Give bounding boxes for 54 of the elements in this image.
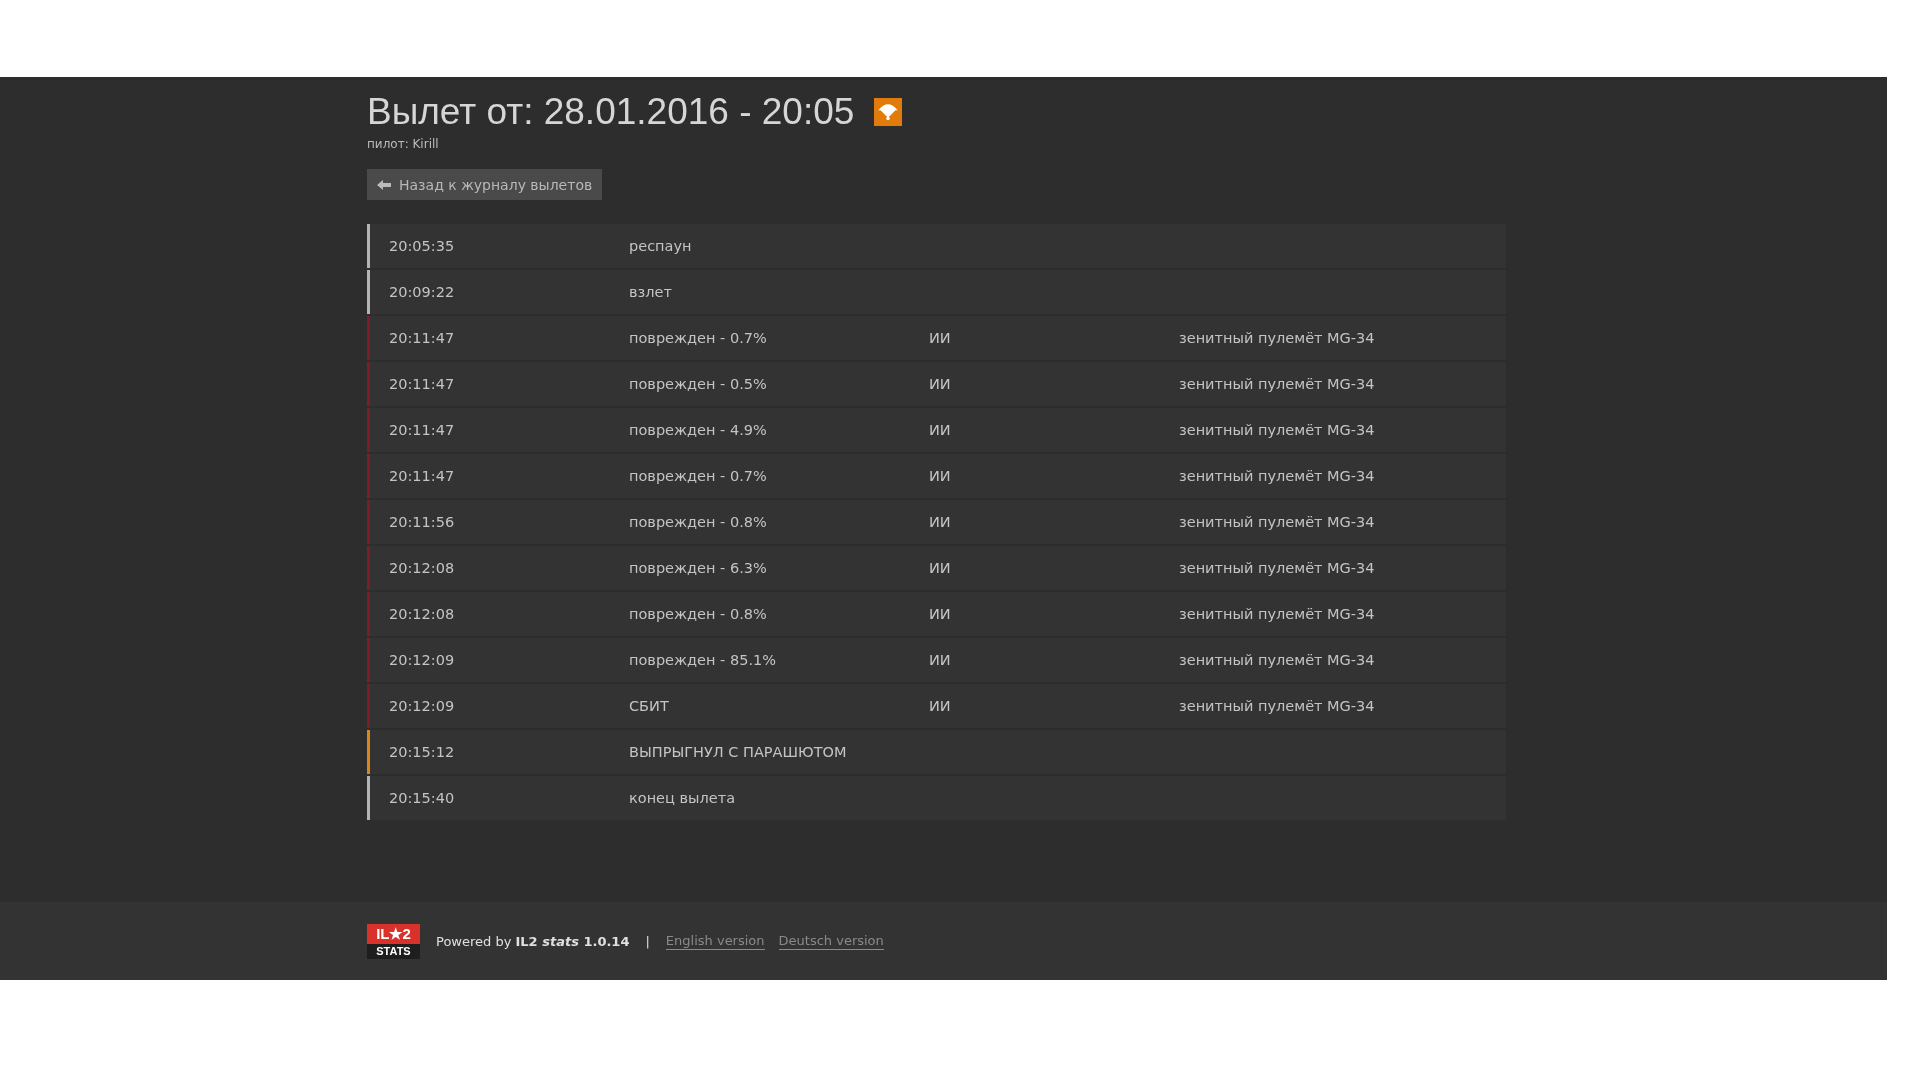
event-cell-text: ВЫПРЫГНУЛ С ПАРАШЮТОМ: [629, 744, 848, 760]
time-cell-text: 20:11:47: [388, 376, 456, 392]
event-cell-text: взлет: [629, 284, 673, 300]
attacker-cell-text: ИИ: [929, 652, 952, 668]
weapon-cell: зенитный пулемёт MG-34: [1179, 606, 1375, 622]
arrow-left-icon: [377, 179, 391, 190]
weapon-cell: зенитный пулемёт MG-34: [1179, 422, 1375, 438]
time-cell-text: 20:12:08: [388, 606, 456, 622]
weapon-cell: зенитный пулемёт MG-34: [1179, 698, 1375, 714]
language-link[interactable]: English version: [665, 932, 765, 950]
time-cell-text: 20:12:08: [388, 560, 456, 576]
weapon-cell: зенитный пулемёт MG-34: [1179, 468, 1375, 484]
attacker-cell-text: ИИ: [929, 468, 952, 484]
language-link[interactable]: Deutsch version: [778, 932, 884, 950]
weapon-cell: зенитный пулемёт MG-34: [1179, 330, 1375, 346]
back-button[interactable]: Назад к журналу вылетов: [367, 169, 603, 200]
weapon-cell: зенитный пулемёт MG-34: [1179, 514, 1375, 530]
event-cell-text: поврежден - 0.7%: [629, 468, 768, 484]
attacker-cell-text: ИИ: [929, 698, 952, 714]
attacker-cell-text: ИИ: [929, 560, 952, 576]
time-cell-text: 20:12:09: [388, 652, 456, 668]
event-cell-text: поврежден - 0.7%: [629, 330, 768, 346]
time-cell-text: 20:12:09: [388, 698, 456, 714]
powered-by-text: Powered by IL2 stats 1.0.14: [436, 933, 630, 949]
attacker-cell-text: ИИ: [929, 606, 952, 622]
weapon-cell: зенитный пулемёт MG-34: [1179, 560, 1375, 576]
separator: |: [645, 933, 650, 949]
weapon-cell: зенитный пулемёт MG-34: [1179, 652, 1375, 668]
event-cell-text: конец вылета: [629, 790, 737, 806]
event-cell-text: поврежден - 6.3%: [629, 560, 768, 576]
time-cell-text: 20:11:47: [388, 468, 456, 484]
weapon-cell: зенитный пулемёт MG-34: [1179, 376, 1375, 392]
time-cell-text: 20:15:40: [388, 790, 456, 806]
attacker-cell-text: ИИ: [929, 422, 952, 438]
attacker-cell-text: ИИ: [929, 376, 952, 392]
attacker-cell-text: ИИ: [929, 514, 952, 530]
time-cell-text: 20:11:47: [388, 422, 456, 438]
parachute-icon: [874, 98, 903, 126]
page-title: Вылет от: 28.01.2016 - 20:05: [367, 90, 855, 134]
event-cell-text: поврежден - 0.8%: [629, 514, 768, 530]
time-cell-text: 20:15:12: [388, 744, 456, 760]
event-cell-text: поврежден - 0.5%: [629, 376, 768, 392]
time-cell-text: 20:11:47: [388, 330, 456, 346]
time-cell-text: 20:11:56: [388, 514, 456, 530]
attacker-cell-text: ИИ: [929, 330, 952, 346]
event-cell-text: поврежден - 0.8%: [629, 606, 768, 622]
event-cell-text: СБИТ: [629, 698, 670, 714]
event-cell-text: поврежден - 4.9%: [629, 422, 768, 438]
time-cell-text: 20:05:35: [388, 238, 456, 254]
logo: IL★2 STATS: [367, 923, 420, 959]
time-cell-text: 20:09:22: [388, 284, 456, 300]
event-cell-text: респаун: [629, 238, 693, 254]
event-cell-text: поврежден - 85.1%: [629, 652, 778, 668]
pilot-name: пилот: Kirill: [367, 137, 440, 151]
